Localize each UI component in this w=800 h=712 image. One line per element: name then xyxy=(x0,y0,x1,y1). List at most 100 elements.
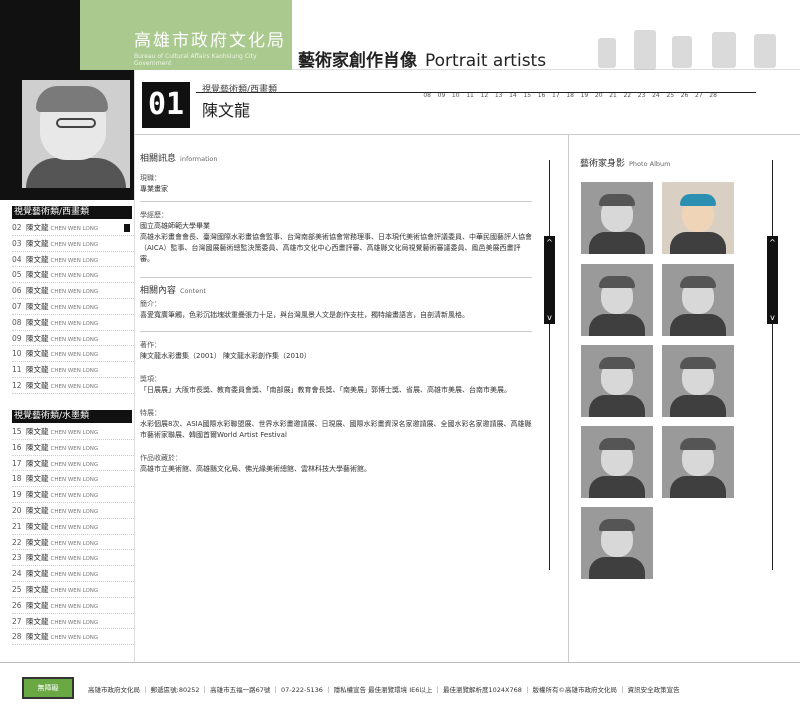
education-block: 學經歷： 國立高雄師範大學畢業 高雄水彩畫會會長、臺灣國際水彩畫協會監事、台灣南… xyxy=(140,210,532,265)
artist-number-link[interactable]: 10 xyxy=(449,92,463,99)
sidebar-artist-item[interactable]: 10 陳文龍 CHEN WEN LONG xyxy=(12,346,134,363)
artist-number-link[interactable]: 12 xyxy=(477,92,491,99)
scroll-up-icon[interactable]: ^ xyxy=(544,238,555,247)
album-photo[interactable] xyxy=(662,345,734,417)
artist-item-name-en: CHEN WEN LONG xyxy=(50,430,99,436)
album-photo[interactable] xyxy=(581,345,653,417)
artist-item-name: 陳文龍 xyxy=(26,553,49,563)
artist-number-link[interactable]: 08 xyxy=(420,92,434,99)
scroll-up-icon[interactable]: ^ xyxy=(767,238,778,247)
sidebar-artist-item[interactable]: 28 陳文龍 CHEN WEN LONG xyxy=(12,629,134,646)
album-photo[interactable] xyxy=(662,426,734,498)
artist-number-link[interactable]: 24 xyxy=(649,92,663,99)
artist-item-number: 23 xyxy=(12,553,22,563)
album-photo[interactable] xyxy=(581,507,653,579)
artist-number-link[interactable]: 26 xyxy=(677,92,691,99)
artist-number-link[interactable]: 13 xyxy=(491,92,505,99)
artist-item-name-en: CHEN WEN LONG xyxy=(50,587,99,594)
works-label: 著作： xyxy=(140,341,161,349)
header-logo[interactable]: 高雄市政府文化局 Bureau of Cultural Affairs Kaoh… xyxy=(80,0,292,70)
sidebar-artist-item[interactable]: 25 陳文龍 CHEN WEN LONG xyxy=(12,582,134,598)
sidebar-artist-item[interactable]: 11 陳文龍 CHEN WEN LONG xyxy=(12,362,134,378)
sidebar-artist-item[interactable]: 05 陳文龍 CHEN WEN LONG xyxy=(12,267,134,284)
artist-number-link[interactable]: 21 xyxy=(606,92,620,99)
artist-item-name: 陳文龍 xyxy=(26,380,49,390)
artist-number-link[interactable]: 11 xyxy=(463,92,477,99)
artist-item-name: 陳文龍 xyxy=(26,365,49,375)
artist-list-ink: 15 陳文龍 CHEN WEN LONG 16 陳文龍 CHEN WEN LONG 17 陳文… xyxy=(12,424,134,646)
album-photo[interactable] xyxy=(662,264,734,336)
artist-number-link[interactable]: 20 xyxy=(592,92,606,99)
sidebar-artist-item[interactable]: 12 陳文龍 CHEN WEN LONG xyxy=(12,378,134,394)
artist-number-link[interactable]: 16 xyxy=(534,92,548,99)
artist-item-number: 22 xyxy=(12,537,22,547)
artist-number-link[interactable]: 18 xyxy=(563,92,577,99)
artist-number-link[interactable]: 22 xyxy=(620,92,634,99)
artist-item-name: 陳文龍 xyxy=(26,458,49,468)
artist-item-name-en: CHEN WEN LONG xyxy=(50,540,99,547)
sidebar-artist-item[interactable]: 03 陳文龍 CHEN WEN LONG xyxy=(12,236,134,252)
artist-number-link[interactable]: 27 xyxy=(692,92,706,99)
sidebar-artist-item[interactable]: 08 陳文龍 CHEN WEN LONG xyxy=(12,315,134,331)
artist-item-name: 陳文龍 xyxy=(26,521,49,531)
sidebar-artist-item[interactable]: 27 陳文龍 CHEN WEN LONG xyxy=(12,614,134,630)
section-rule xyxy=(140,201,532,202)
sidebar-artist-item[interactable]: 16 陳文龍 CHEN WEN LONG xyxy=(12,440,134,456)
artist-item-number: 05 xyxy=(12,270,22,280)
sidebar-artist-item[interactable]: 06 陳文龍 CHEN WEN LONG xyxy=(12,283,134,299)
artist-silhouette-image xyxy=(712,32,736,68)
footer-text: 高雄市政府文化局 ｜ 郵遞區號:80252 ｜ 高雄市五福一路67號 ｜ 07-… xyxy=(88,686,680,694)
scroll-down-icon[interactable]: v xyxy=(767,313,778,322)
artist-number-link[interactable]: 23 xyxy=(634,92,648,99)
sidebar-artist-item[interactable]: 02 陳文龍 CHEN WEN LONG xyxy=(12,220,134,236)
sidebar-artist-item[interactable]: 23 陳文龍 CHEN WEN LONG xyxy=(12,550,134,567)
page-title-cn: 藝術家創作肖像 xyxy=(298,51,417,71)
sidebar-artist-item[interactable]: 20 陳文龍 CHEN WEN LONG xyxy=(12,503,134,519)
artist-item-name: 陳文龍 xyxy=(26,616,49,626)
sidebar-artist-item[interactable]: 07 陳文龍 CHEN WEN LONG xyxy=(12,299,134,315)
artist-item-name: 陳文龍 xyxy=(26,490,49,500)
artist-item-name-en: CHEN WEN LONG xyxy=(50,226,99,232)
album-photo[interactable] xyxy=(581,426,653,498)
artist-number-link[interactable]: 28 xyxy=(706,92,720,99)
header-black-block xyxy=(0,0,80,70)
artist-number-link[interactable]: 25 xyxy=(663,92,677,99)
artist-item-name-en: CHEN WEN LONG xyxy=(50,477,99,484)
artist-number-link[interactable]: 15 xyxy=(520,92,534,99)
artist-item-name-en: CHEN WEN LONG xyxy=(50,336,99,343)
scroll-down-icon[interactable]: v xyxy=(544,313,555,322)
collection-label: 作品收藏於： xyxy=(140,454,182,462)
info-scrollbar[interactable]: ^ v xyxy=(544,236,555,324)
album-photo[interactable] xyxy=(662,182,734,254)
album-photo[interactable] xyxy=(581,182,653,254)
artist-item-name-en: CHEN WEN LONG xyxy=(50,289,99,296)
sidebar-artist-item[interactable]: 18 陳文龍 CHEN WEN LONG xyxy=(12,471,134,488)
artist-number-link[interactable]: 09 xyxy=(434,92,448,99)
sidebar-artist-item[interactable]: 22 陳文龍 CHEN WEN LONG xyxy=(12,535,134,551)
sidebar-artist-item[interactable]: 17 陳文龍 CHEN WEN LONG xyxy=(12,456,134,472)
artist-item-name-en: CHEN WEN LONG xyxy=(50,241,99,248)
artist-item-number: 20 xyxy=(12,505,22,515)
sidebar-artist-item[interactable]: 24 陳文龍 CHEN WEN LONG xyxy=(12,566,134,582)
artist-number-link[interactable]: 14 xyxy=(506,92,520,99)
logo-text-en: Bureau of Cultural Affairs Kaohsiung Cit… xyxy=(134,53,257,67)
album-photo[interactable] xyxy=(581,264,653,336)
sidebar-artist-item[interactable]: 04 陳文龍 CHEN WEN LONG xyxy=(12,252,134,268)
accessibility-badge[interactable]: 無障礙 xyxy=(22,677,74,699)
artist-item-name-en: CHEN WEN LONG xyxy=(50,461,99,468)
artist-item-name: 陳文龍 xyxy=(26,505,49,515)
album-scrollbar[interactable]: ^ v xyxy=(767,236,778,324)
sidebar-artist-item[interactable]: 15 陳文龍 CHEN WEN LONG xyxy=(12,424,134,440)
sidebar-artist-item[interactable]: 19 陳文龍 CHEN WEN LONG xyxy=(12,487,134,503)
artist-number-link[interactable]: 17 xyxy=(549,92,563,99)
artist-item-name-en: CHEN WEN LONG xyxy=(50,383,99,390)
sidebar-artist-item[interactable]: 26 陳文龍 CHEN WEN LONG xyxy=(12,598,134,614)
album-title: 藝術家身影 Photo Album xyxy=(580,159,671,169)
sidebar-artist-item[interactable]: 09 陳文龍 CHEN WEN LONG xyxy=(12,331,134,347)
artist-number-link[interactable]: 19 xyxy=(577,92,591,99)
awards-value: 「日展展」大阪市長獎、教育委員會獎、「南部展」教育會長獎、「南美展」郭博士獎、省… xyxy=(140,386,511,394)
position-block: 現職： 專業畫家 xyxy=(140,173,532,195)
sidebar-artist-item[interactable]: 21 陳文龍 CHEN WEN LONG xyxy=(12,519,134,535)
artist-item-number: 07 xyxy=(12,301,22,311)
collection-value: 高雄市立美術館、高雄縣文化局、佛光緣美術總館、雲林科技大學藝術館。 xyxy=(140,465,371,473)
